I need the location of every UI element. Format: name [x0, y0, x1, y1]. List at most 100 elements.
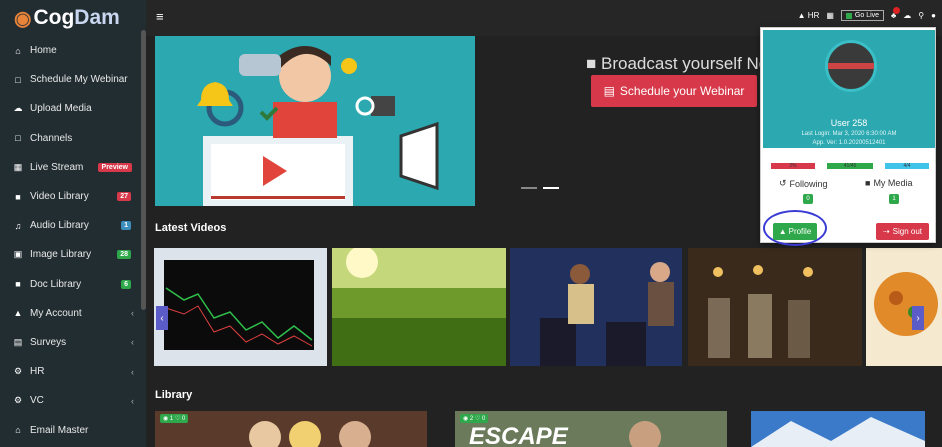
sidebar-item-vc[interactable]: ⚙ VC ‹ — [0, 386, 146, 415]
sidebar-item-email-master[interactable]: ⌂ Email Master — [0, 415, 146, 444]
video-thumbnail[interactable] — [688, 248, 862, 366]
count-badge: 27 — [117, 192, 131, 202]
profile-label: Profile — [788, 227, 812, 236]
carousel-prev-button[interactable]: ‹ — [156, 306, 168, 330]
video-thumbnail[interactable] — [510, 248, 682, 366]
logo-icon: ◉ — [14, 7, 32, 30]
food-image — [866, 248, 942, 366]
hr-label: HR — [807, 11, 820, 20]
library-thumbnail-image — [155, 411, 427, 447]
sidebar-item-label: VC — [30, 395, 44, 407]
sidebar-item-my-account[interactable]: ▲ My Account ‹ — [0, 299, 146, 328]
bell-icon[interactable]: ♣ — [891, 7, 901, 20]
sidebar-item-surveys[interactable]: ▤ Surveys ‹ — [0, 328, 146, 357]
library-item-stats: ◉ 2 ♡ 0 — [460, 414, 489, 423]
library-item[interactable]: ◉ 1 ♡ 0 — [155, 411, 427, 447]
avatar-banner — [828, 63, 874, 69]
video-camera-icon: ■ — [865, 178, 871, 188]
profile-button[interactable]: ▲ Profile — [773, 223, 817, 240]
sidebar-item-audio-library[interactable]: ♫ Audio Library 1 — [0, 211, 146, 240]
sidebar-item-schedule-my-webinar[interactable]: □ Schedule My Webinar — [0, 65, 146, 94]
calendar-icon: □ — [15, 74, 21, 85]
library-row: ◉ 1 ♡ 0 ◉ 2 ♡ 0 ESCAPE — [155, 411, 942, 447]
sidebar-item-label: Image Library — [30, 249, 92, 261]
hero-title-text: Broadcast yourself No — [601, 54, 769, 73]
carousel-indicator-active[interactable] — [543, 187, 559, 189]
sidebar-item-label: Home — [30, 45, 57, 57]
user-icon[interactable]: ● — [931, 11, 936, 20]
calendar-plus-icon: ▤ — [603, 84, 615, 98]
webinar-illustration-image — [197, 46, 439, 206]
sidebar-item-live-stream[interactable]: ▦ Live Stream Preview — [0, 153, 146, 182]
count-badge: 6 — [121, 279, 131, 289]
go-live-label: Go Live — [854, 12, 880, 19]
history-icon: ↺ — [779, 178, 787, 188]
my-media-count: 1 — [889, 194, 899, 204]
my-media-label: My Media — [873, 178, 913, 188]
library-thumbnail-image — [751, 411, 925, 447]
sidebar-item-channels[interactable]: □ Channels — [0, 124, 146, 153]
video-thumbnail[interactable] — [866, 248, 942, 366]
cloud-upload-icon: ☁ — [13, 103, 23, 114]
sidebar-item-label: HR — [30, 366, 45, 378]
latest-videos-carousel: ‹ › — [154, 248, 942, 366]
last-login: Last Login: Mar 3, 2020 6:30:00 AM — [801, 131, 897, 137]
calendar-icon[interactable]: ▦ — [826, 11, 834, 20]
gears-icon: ⚙ — [13, 366, 23, 377]
game-show-image — [510, 248, 682, 366]
meadow-image — [332, 248, 506, 366]
channel-icon: □ — [15, 133, 21, 144]
hero-illustration — [155, 36, 475, 206]
cloud-upload-icon[interactable]: ☁ — [903, 11, 911, 20]
brand-logo[interactable]: ◉ Cog Dam — [0, 0, 146, 36]
sidebar: ◉ Cog Dam ⌂ Home □ Schedule My Webinar ☁ Uploa… — [0, 0, 146, 447]
app-root: ◉ Cog Dam ⌂ Home □ Schedule My Webinar ☁ Uploa… — [0, 0, 942, 447]
image-icon: ▣ — [13, 249, 23, 260]
calendar-icon: ▦ — [13, 161, 23, 172]
sidebar-item-image-library[interactable]: ▣ Image Library 28 — [0, 240, 146, 269]
chevron-left-icon: ‹ — [131, 395, 134, 406]
user-icon: ▲ — [778, 227, 787, 236]
search-icon[interactable]: ⚲ — [918, 11, 924, 20]
sidebar-item-label: Schedule My Webinar — [30, 74, 128, 86]
sidebar-item-label: Live Stream — [30, 161, 84, 173]
user-dropdown: User 258 Last Login: Mar 3, 2020 6:30:00… — [760, 27, 936, 246]
video-camera-icon: ■ — [586, 54, 597, 73]
usage-stats: 2% 41/45 4/4 — [771, 163, 931, 169]
carousel-indicator[interactable] — [521, 187, 537, 189]
graduation-cap-icon: ▲ — [797, 11, 806, 20]
sign-out-icon: ⇢ — [882, 227, 890, 236]
menu-toggle-icon[interactable]: ≡ — [156, 9, 164, 24]
video-thumbnail[interactable] — [332, 248, 506, 366]
following-label: Following — [789, 178, 828, 189]
go-live-button[interactable]: Go Live — [840, 10, 885, 21]
app-version: App. Ver: 1.0.20200512401 — [812, 140, 886, 146]
chevron-left-icon: ‹ — [131, 366, 134, 377]
sidebar-item-video-library[interactable]: ■ Video Library 27 — [0, 182, 146, 211]
stock-chart-image — [154, 248, 327, 366]
brand-name-part1: Cog — [33, 6, 75, 29]
schedule-webinar-button[interactable]: ▤ Schedule your Webinar — [591, 75, 757, 107]
sidebar-item-upload-media[interactable]: ☁ Upload Media — [0, 94, 146, 123]
my-media-link[interactable]: ■ My Media — [865, 178, 912, 188]
carousel-next-button[interactable]: › — [912, 306, 924, 330]
sidebar-item-label: Upload Media — [30, 103, 92, 115]
sidebar-item-doc-library[interactable]: ■ Doc Library 6 — [0, 270, 146, 299]
video-thumbnail[interactable] — [154, 248, 327, 366]
following-link[interactable]: ↺ Following — [779, 178, 828, 189]
hr-link[interactable]: ▲ HR — [798, 11, 820, 20]
avatar[interactable] — [825, 40, 877, 92]
sidebar-item-home[interactable]: ⌂ Home — [0, 36, 146, 65]
sidebar-item-hr[interactable]: ⚙ HR ‹ — [0, 357, 146, 386]
document-icon: ■ — [15, 279, 21, 290]
gears-icon: ⚙ — [13, 395, 23, 406]
sidebar-item-label: Email Master — [30, 424, 89, 436]
sidebar-item-label: Audio Library — [30, 220, 89, 232]
count-badge: 1 — [121, 221, 131, 231]
library-item[interactable] — [751, 411, 925, 447]
library-item[interactable]: ◉ 2 ♡ 0 ESCAPE — [455, 411, 727, 447]
chevron-right-icon: › — [916, 312, 920, 324]
count-badge: Preview — [97, 162, 132, 172]
carousel-indicators — [521, 187, 559, 189]
sign-out-button[interactable]: ⇢ Sign out — [876, 223, 929, 240]
